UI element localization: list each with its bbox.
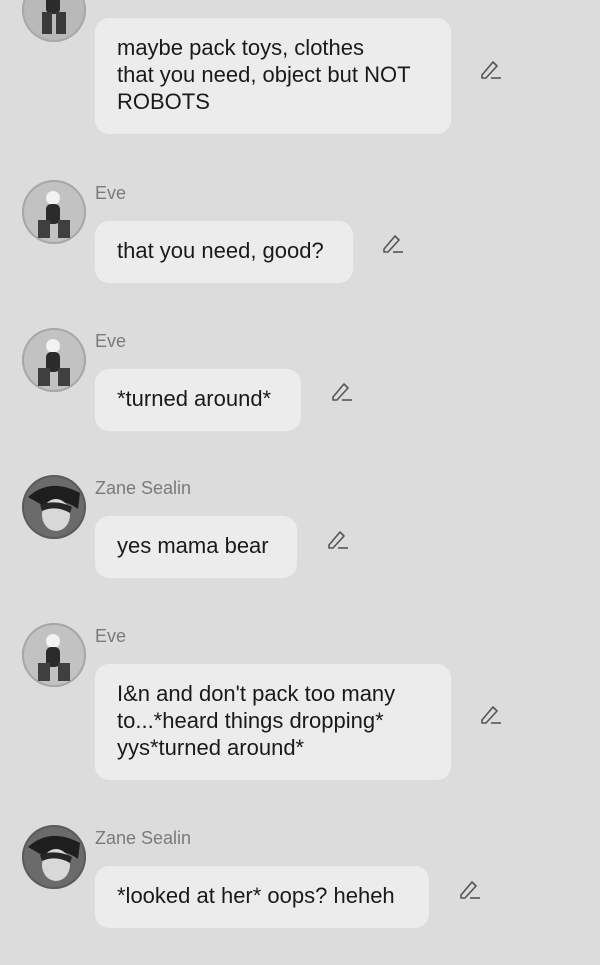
sender-name: Eve: [95, 331, 127, 351]
eve-avatar[interactable]: [22, 0, 86, 42]
pencil-icon[interactable]: [478, 701, 504, 727]
pencil-icon[interactable]: [457, 876, 483, 902]
message-bubble: that you need, good?: [95, 221, 353, 283]
zane-avatar[interactable]: [22, 825, 86, 889]
sender-name: Zane Sealin: [95, 478, 192, 498]
zane-avatar[interactable]: [22, 475, 86, 539]
message-bubble: *turned around*: [95, 369, 301, 431]
message-bubble: maybe pack toys, clothes that you need, …: [95, 18, 451, 134]
eve-avatar[interactable]: [22, 180, 86, 244]
sender-name: Zane Sealin: [95, 828, 192, 848]
pencil-icon[interactable]: [380, 230, 406, 256]
pencil-icon[interactable]: [325, 526, 351, 552]
pencil-icon[interactable]: [329, 378, 355, 404]
eve-avatar[interactable]: [22, 328, 86, 392]
message-bubble: *looked at her* oops? heheh: [95, 866, 429, 928]
eve-avatar[interactable]: [22, 623, 86, 687]
sender-name: Eve: [95, 626, 127, 646]
pencil-icon[interactable]: [478, 56, 504, 82]
chat-thread: maybe pack toys, clothes that you need, …: [0, 0, 600, 965]
sender-name: Eve: [95, 183, 127, 203]
message-bubble: yes mama bear: [95, 516, 297, 578]
message-bubble: I&n and don't pack too many to...*heard …: [95, 664, 451, 780]
